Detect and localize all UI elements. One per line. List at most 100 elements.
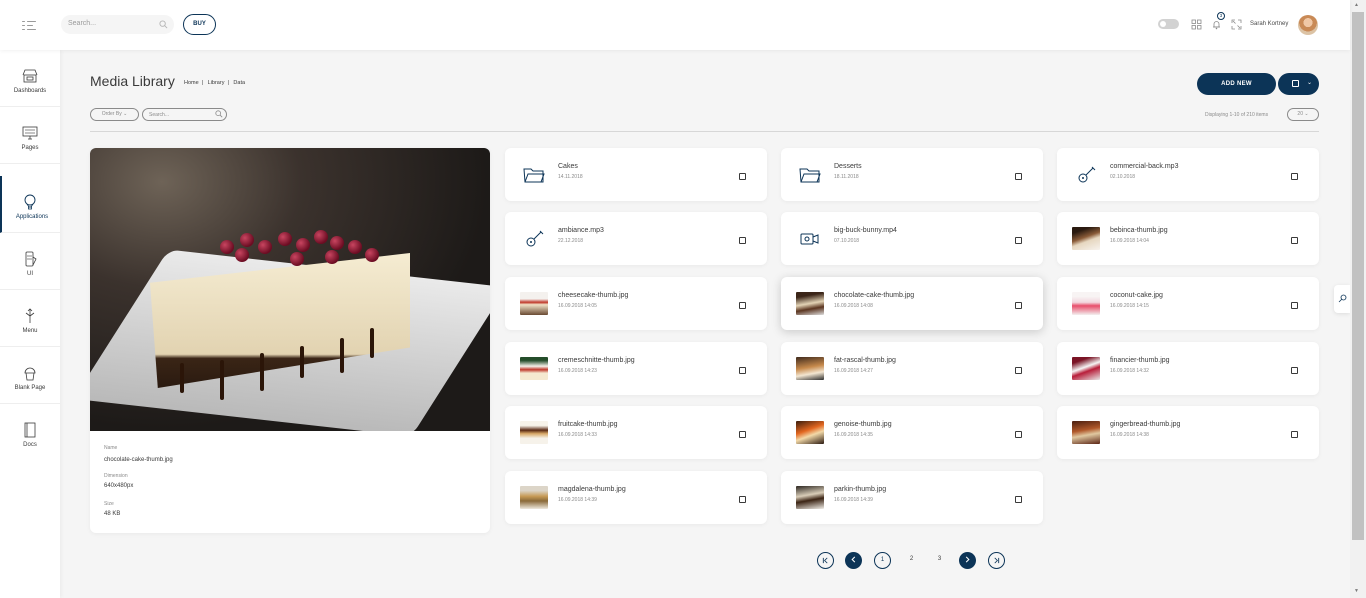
select-all-checkbox[interactable] (1292, 80, 1299, 87)
next-page-button[interactable] (959, 552, 976, 569)
file-checkbox[interactable] (1015, 173, 1022, 180)
last-page-button[interactable] (988, 552, 1005, 569)
file-card[interactable]: genoise-thumb.jpg 16.09.2018 14:35 (781, 406, 1043, 459)
file-date: 07.10.2018 (834, 238, 860, 244)
page-2-button[interactable]: 2 (903, 552, 920, 569)
sidebar-item-pages[interactable]: Pages (0, 107, 60, 164)
pin-theme-button[interactable] (1334, 285, 1350, 313)
per-page-dropdown[interactable]: 20 ⌄ (1287, 108, 1319, 121)
file-checkbox[interactable] (1291, 367, 1298, 374)
image-thumbnail (1072, 421, 1100, 444)
file-card[interactable]: Desserts 18.11.2018 (781, 148, 1043, 201)
image-thumbnail (1072, 292, 1100, 315)
menu-toggle-icon[interactable] (22, 19, 36, 31)
sidebar-item-dashboards[interactable]: Dashboards (0, 50, 60, 107)
video-camera-icon (798, 227, 822, 251)
file-name: Desserts (834, 163, 862, 170)
file-card[interactable]: magdalena-thumb.jpg 16.09.2018 14:39 (505, 471, 767, 524)
file-name: genoise-thumb.jpg (834, 421, 892, 428)
file-card[interactable]: gingerbread-thumb.jpg 16.09.2018 14:38 (1057, 406, 1319, 459)
file-card[interactable]: parkin-thumb.jpg 16.09.2018 14:39 (781, 471, 1043, 524)
search-icon[interactable] (159, 20, 168, 29)
scroll-down-arrow[interactable]: ▼ (1354, 588, 1359, 594)
breadcrumb: Home | Library | Data (184, 80, 248, 86)
file-card[interactable]: ambiance.mp3 22.12.2018 (505, 212, 767, 265)
file-card[interactable]: bebinca-thumb.jpg 16.09.2018 14:04 (1057, 212, 1319, 265)
page-3-button[interactable]: 3 (931, 552, 948, 569)
file-checkbox[interactable] (739, 173, 746, 180)
scrollbar-thumb[interactable] (1352, 12, 1364, 540)
sidebar-item-applications[interactable]: Applications (0, 176, 60, 233)
first-page-button[interactable] (817, 552, 834, 569)
top-search-input[interactable]: Search... (61, 15, 174, 34)
dark-mode-toggle[interactable] (1158, 19, 1179, 29)
chevron-down-icon[interactable]: ⌄ (1307, 79, 1312, 86)
sidebar-item-ui[interactable]: UI (0, 233, 60, 290)
file-card[interactable]: commercial-back.mp3 02.10.2018 (1057, 148, 1319, 201)
file-name: coconut-cake.jpg (1110, 292, 1163, 299)
sidebar-item-label: Dashboards (13, 88, 47, 94)
sidebar-item-label: Docs (23, 442, 37, 448)
notification-badge: 3 (1217, 12, 1225, 20)
search-icon[interactable] (215, 110, 223, 118)
file-card[interactable]: cremeschnitte-thumb.jpg 16.09.2018 14:23 (505, 342, 767, 395)
top-search-placeholder: Search... (68, 20, 97, 27)
file-name: chocolate-cake-thumb.jpg (834, 292, 915, 299)
file-checkbox[interactable] (1015, 302, 1022, 309)
file-checkbox[interactable] (1015, 496, 1022, 503)
file-date: 16.09.2018 14:39 (558, 497, 597, 503)
preview-image (90, 148, 490, 431)
file-card[interactable]: financier-thumb.jpg 16.09.2018 14:32 (1057, 342, 1319, 395)
bell-icon[interactable] (1211, 19, 1222, 30)
file-checkbox[interactable] (1291, 302, 1298, 309)
file-card[interactable]: chocolate-cake-thumb.jpg 16.09.2018 14:08 (781, 277, 1043, 330)
file-name: gingerbread-thumb.jpg (1110, 421, 1181, 428)
displaying-count: Displaying 1-10 of 210 items (1205, 112, 1269, 118)
select-all-split-button[interactable]: ⌄ (1278, 73, 1319, 95)
file-checkbox[interactable] (1015, 431, 1022, 438)
scroll-up-arrow[interactable]: ▲ (1354, 2, 1359, 8)
file-checkbox[interactable] (739, 237, 746, 244)
add-new-button[interactable]: ADD NEW (1197, 73, 1276, 95)
file-checkbox[interactable] (739, 367, 746, 374)
breadcrumb-library[interactable]: Library (208, 80, 225, 86)
file-card[interactable]: fat-rascal-thumb.jpg 16.09.2018 14:27 (781, 342, 1043, 395)
image-thumbnail (796, 486, 824, 509)
sidebar-item-label: Blank Page (14, 385, 46, 391)
prev-page-button[interactable] (845, 552, 862, 569)
dimension-label: Dimension (104, 473, 128, 479)
apps-grid-icon[interactable] (1191, 19, 1202, 30)
file-name: parkin-thumb.jpg (834, 486, 887, 493)
user-name[interactable]: Sarah Kortney (1250, 21, 1288, 27)
sidebar-item-blank-page[interactable]: Blank Page (0, 347, 60, 404)
sidebar-item-docs[interactable]: Docs (0, 404, 60, 461)
file-checkbox[interactable] (739, 431, 746, 438)
file-date: 16.09.2018 14:08 (834, 303, 873, 309)
fullscreen-icon[interactable] (1231, 19, 1242, 30)
order-by-dropdown[interactable]: Order By ⌄ (90, 108, 139, 121)
file-checkbox[interactable] (1291, 173, 1298, 180)
image-thumbnail (796, 357, 824, 380)
file-checkbox[interactable] (739, 496, 746, 503)
file-checkbox[interactable] (1291, 237, 1298, 244)
file-card[interactable]: cheesecake-thumb.jpg 16.09.2018 14:05 (505, 277, 767, 330)
user-avatar[interactable] (1298, 15, 1318, 35)
file-card[interactable]: Cakes 14.11.2018 (505, 148, 767, 201)
sidebar-item-label: UI (27, 271, 33, 277)
sidebar: Dashboards Pages Applications UI Menu Bl… (0, 50, 60, 598)
file-checkbox[interactable] (739, 302, 746, 309)
folder-icon (798, 163, 822, 187)
library-search-input[interactable]: Search... (142, 108, 227, 121)
file-date: 16.09.2018 14:33 (558, 432, 597, 438)
breadcrumb-home[interactable]: Home (184, 80, 199, 86)
file-checkbox[interactable] (1015, 367, 1022, 374)
file-card[interactable]: coconut-cake.jpg 16.09.2018 14:15 (1057, 277, 1319, 330)
file-card[interactable]: fruitcake-thumb.jpg 16.09.2018 14:33 (505, 406, 767, 459)
file-checkbox[interactable] (1015, 237, 1022, 244)
buy-button[interactable]: BUY (183, 14, 216, 35)
file-card[interactable]: big-buck-bunny.mp4 07.10.2018 (781, 212, 1043, 265)
page-1-button[interactable]: 1 (874, 552, 891, 569)
sidebar-item-menu[interactable]: Menu (0, 290, 60, 347)
file-date: 18.11.2018 (834, 174, 859, 180)
file-checkbox[interactable] (1291, 431, 1298, 438)
